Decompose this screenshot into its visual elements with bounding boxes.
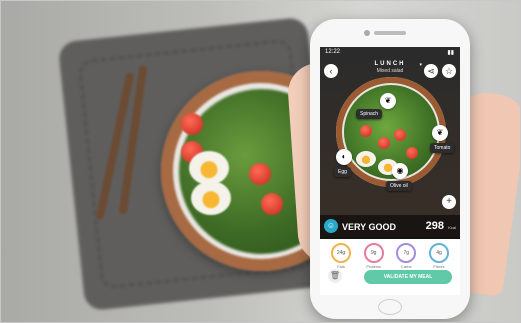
tomato-slice: [181, 113, 203, 135]
macro-name: Fats: [337, 264, 345, 269]
egg-bubble-icon[interactable]: ◐: [336, 149, 352, 165]
tomato-bubble-icon[interactable]: ❦: [432, 125, 448, 141]
score-label: VERY GOOD: [342, 222, 397, 232]
app-screen: 12:22 ▮▮ ‹ LUNCH Mixed salad ▾ ⋖ ☆ ❦ Spi…: [320, 47, 460, 295]
meal-selector[interactable]: LUNCH Mixed salad ▾: [352, 61, 428, 74]
macro-list: 24g Fats 9g Proteins 7g Carbs 4g Fibres: [326, 243, 454, 269]
oil-bubble-icon[interactable]: ◉: [392, 163, 408, 179]
ingredient-tag-egg[interactable]: Egg: [334, 167, 351, 177]
top-bar: ‹ LUNCH Mixed salad ▾ ⋖ ☆: [320, 60, 460, 82]
egg-half: [356, 151, 376, 167]
scene-photo: 12:22 ▮▮ ‹ LUNCH Mixed salad ▾ ⋖ ☆ ❦ Spi…: [0, 0, 521, 323]
battery-icon: ▮▮: [447, 50, 454, 56]
egg-half: [189, 151, 229, 185]
ingredient-tag-tomato[interactable]: Tomato: [430, 143, 455, 153]
spinach-bubble-icon[interactable]: ❦: [380, 93, 396, 109]
macro-fats: 24g Fats: [326, 243, 356, 269]
tomato-slice: [394, 129, 406, 141]
meal-type: Mixed salad: [376, 68, 404, 74]
macro-ring: 4g: [428, 243, 449, 263]
meal-score-bar: ☺ VERY GOOD 298 Kcal: [320, 215, 460, 239]
macro-ring: 24g: [331, 243, 351, 263]
tomato-slice: [360, 125, 372, 137]
share-icon[interactable]: ⋖: [424, 64, 438, 78]
validate-meal-button[interactable]: VALIDATE MY MEAL: [364, 270, 452, 284]
star-icon[interactable]: ☆: [442, 64, 456, 78]
macro-ring: 9g: [363, 243, 384, 263]
home-button[interactable]: [378, 299, 402, 315]
meal-name: LUNCH: [374, 61, 406, 67]
tomato-slice: [261, 193, 283, 215]
trash-icon[interactable]: 🗑: [328, 269, 342, 283]
status-time: 12:22: [325, 49, 341, 55]
egg-half: [191, 181, 231, 215]
chevron-down-icon: ▾: [419, 62, 422, 68]
calorie-unit: Kcal: [448, 225, 456, 230]
smiley-icon: ☺: [324, 219, 338, 233]
calorie-value: 298: [425, 220, 444, 232]
macro-fibres: 4g Fibres: [424, 243, 454, 269]
tomato-slice: [378, 137, 390, 149]
macro-name: Proteins: [366, 264, 381, 269]
ingredient-tag-olive-oil[interactable]: Olive oil: [386, 181, 412, 191]
nutrition-panel: 24g Fats 9g Proteins 7g Carbs 4g Fibres: [320, 239, 460, 295]
speaker: [374, 31, 406, 35]
front-camera: [364, 30, 370, 36]
tomato-slice: [249, 163, 271, 185]
status-bar: 12:22 ▮▮: [320, 47, 460, 59]
phone: 12:22 ▮▮ ‹ LUNCH Mixed salad ▾ ⋖ ☆ ❦ Spi…: [310, 19, 470, 319]
back-arrow-icon[interactable]: ‹: [324, 64, 338, 78]
ingredient-tag-spinach[interactable]: Spinach: [356, 109, 383, 119]
macro-proteins: 9g Proteins: [359, 243, 389, 269]
macro-name: Carbs: [400, 264, 412, 269]
macro-name: Fibres: [433, 264, 445, 269]
macro-ring: 7g: [396, 243, 417, 263]
plus-icon[interactable]: +: [442, 195, 456, 209]
macro-carbs: 7g Carbs: [391, 243, 421, 269]
tomato-slice: [406, 147, 418, 159]
